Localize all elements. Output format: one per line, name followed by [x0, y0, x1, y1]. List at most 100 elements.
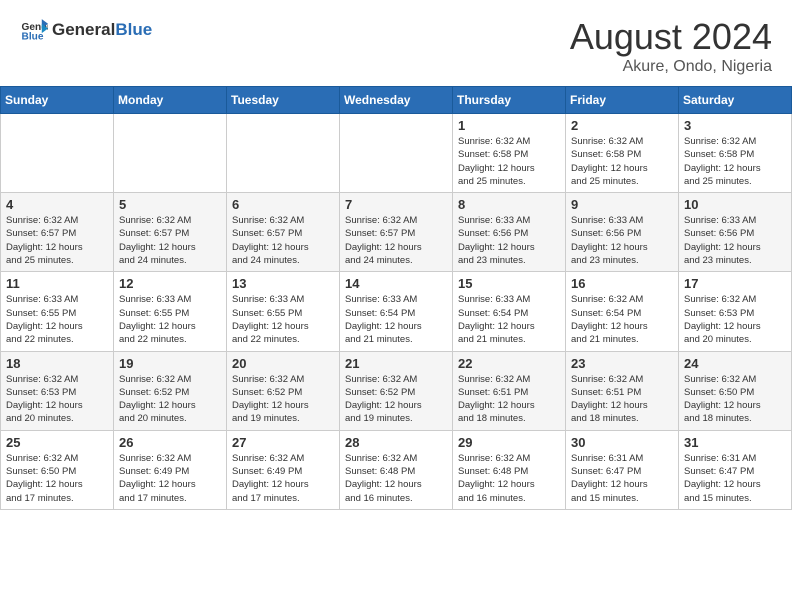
day-number: 9: [571, 197, 673, 212]
day-number: 28: [345, 435, 447, 450]
calendar-day-cell: 14Sunrise: 6:33 AM Sunset: 6:54 PM Dayli…: [340, 272, 453, 351]
day-info: Sunrise: 6:32 AM Sunset: 6:53 PM Dayligh…: [684, 293, 786, 346]
day-number: 2: [571, 118, 673, 133]
day-info: Sunrise: 6:33 AM Sunset: 6:54 PM Dayligh…: [458, 293, 560, 346]
calendar-day-cell: 26 Sunrise: 6:32 AM Sunset: 6:49 PM Dayli…: [114, 430, 227, 509]
calendar-day-cell: [1, 114, 114, 193]
day-info: Sunrise: 6:32 AM Sunset: 6:57 PM Dayligh…: [345, 214, 447, 267]
day-info: Sunrise: 6:33 AM Sunset: 6:55 PM Dayligh…: [232, 293, 334, 346]
day-info: Sunrise: 6:32 AM Sunset: 6:52 PM Dayligh…: [345, 373, 447, 426]
calendar-day-cell: 20Sunrise: 6:32 AM Sunset: 6:52 PM Dayli…: [227, 351, 340, 430]
location-subtitle: Akure, Ondo, Nigeria: [570, 58, 772, 76]
calendar-week-row: 18Sunrise: 6:32 AM Sunset: 6:53 PM Dayli…: [1, 351, 792, 430]
calendar-week-row: 25Sunrise: 6:32 AM Sunset: 6:50 PM Dayli…: [1, 430, 792, 509]
calendar-week-row: 4 Sunrise: 6:32 AM Sunset: 6:57 PM Daylig…: [1, 193, 792, 272]
day-number: 26: [119, 435, 221, 450]
logo: General Blue GeneralBlue: [20, 16, 152, 44]
calendar-day-cell: 12Sunrise: 6:33 AM Sunset: 6:55 PM Dayli…: [114, 272, 227, 351]
day-info: Sunrise: 6:32 AM Sunset: 6:48 PM Dayligh…: [458, 452, 560, 505]
calendar-day-cell: 17 Sunrise: 6:32 AM Sunset: 6:53 PM Dayli…: [679, 272, 792, 351]
calendar-day-cell: 4 Sunrise: 6:32 AM Sunset: 6:57 PM Daylig…: [1, 193, 114, 272]
logo-icon: General Blue: [20, 16, 48, 44]
calendar-day-cell: 25Sunrise: 6:32 AM Sunset: 6:50 PM Dayli…: [1, 430, 114, 509]
calendar-day-cell: [227, 114, 340, 193]
weekday-header: Wednesday: [340, 87, 453, 114]
calendar-day-cell: 18Sunrise: 6:32 AM Sunset: 6:53 PM Dayli…: [1, 351, 114, 430]
day-info: Sunrise: 6:32 AM Sunset: 6:57 PM Dayligh…: [232, 214, 334, 267]
day-info: Sunrise: 6:32 AM Sunset: 6:48 PM Dayligh…: [345, 452, 447, 505]
weekday-header: Thursday: [453, 87, 566, 114]
weekday-header: Sunday: [1, 87, 114, 114]
calendar-day-cell: 1 Sunrise: 6:32 AM Sunset: 6:58 PM Daylig…: [453, 114, 566, 193]
calendar-table: SundayMondayTuesdayWednesdayThursdayFrid…: [0, 86, 792, 510]
calendar-week-row: 11Sunrise: 6:33 AM Sunset: 6:55 PM Dayli…: [1, 272, 792, 351]
day-info: Sunrise: 6:33 AM Sunset: 6:56 PM Dayligh…: [458, 214, 560, 267]
day-info: Sunrise: 6:32 AM Sunset: 6:57 PM Dayligh…: [6, 214, 108, 267]
weekday-header: Saturday: [679, 87, 792, 114]
day-info: Sunrise: 6:32 AM Sunset: 6:54 PM Dayligh…: [571, 293, 673, 346]
calendar-day-cell: 10 Sunrise: 6:33 AM Sunset: 6:56 PM Dayli…: [679, 193, 792, 272]
day-info: Sunrise: 6:31 AM Sunset: 6:47 PM Dayligh…: [684, 452, 786, 505]
weekday-header: Tuesday: [227, 87, 340, 114]
day-info: Sunrise: 6:32 AM Sunset: 6:50 PM Dayligh…: [6, 452, 108, 505]
calendar-day-cell: 30 Sunrise: 6:31 AM Sunset: 6:47 PM Dayli…: [566, 430, 679, 509]
day-number: 17: [684, 276, 786, 291]
day-info: Sunrise: 6:32 AM Sunset: 6:58 PM Dayligh…: [458, 135, 560, 188]
calendar-day-cell: 2 Sunrise: 6:32 AM Sunset: 6:58 PM Daylig…: [566, 114, 679, 193]
day-number: 4: [6, 197, 108, 212]
day-info: Sunrise: 6:32 AM Sunset: 6:51 PM Dayligh…: [458, 373, 560, 426]
weekday-header-row: SundayMondayTuesdayWednesdayThursdayFrid…: [1, 87, 792, 114]
day-info: Sunrise: 6:32 AM Sunset: 6:52 PM Dayligh…: [119, 373, 221, 426]
day-info: Sunrise: 6:32 AM Sunset: 6:58 PM Dayligh…: [571, 135, 673, 188]
day-number: 5: [119, 197, 221, 212]
day-number: 14: [345, 276, 447, 291]
calendar-day-cell: [340, 114, 453, 193]
day-number: 12: [119, 276, 221, 291]
day-number: 24: [684, 356, 786, 371]
day-number: 7: [345, 197, 447, 212]
day-info: Sunrise: 6:33 AM Sunset: 6:56 PM Dayligh…: [684, 214, 786, 267]
day-info: Sunrise: 6:32 AM Sunset: 6:49 PM Dayligh…: [232, 452, 334, 505]
calendar-day-cell: 21 Sunrise: 6:32 AM Sunset: 6:52 PM Dayli…: [340, 351, 453, 430]
day-number: 3: [684, 118, 786, 133]
calendar-day-cell: 13 Sunrise: 6:33 AM Sunset: 6:55 PM Dayli…: [227, 272, 340, 351]
calendar-day-cell: 7 Sunrise: 6:32 AM Sunset: 6:57 PM Daylig…: [340, 193, 453, 272]
day-number: 31: [684, 435, 786, 450]
day-number: 8: [458, 197, 560, 212]
day-number: 16: [571, 276, 673, 291]
calendar-day-cell: 19Sunrise: 6:32 AM Sunset: 6:52 PM Dayli…: [114, 351, 227, 430]
calendar-day-cell: 31 Sunrise: 6:31 AM Sunset: 6:47 PM Dayli…: [679, 430, 792, 509]
calendar-day-cell: 28 Sunrise: 6:32 AM Sunset: 6:48 PM Dayli…: [340, 430, 453, 509]
day-number: 10: [684, 197, 786, 212]
day-info: Sunrise: 6:32 AM Sunset: 6:53 PM Dayligh…: [6, 373, 108, 426]
day-info: Sunrise: 6:33 AM Sunset: 6:56 PM Dayligh…: [571, 214, 673, 267]
calendar-day-cell: 24Sunrise: 6:32 AM Sunset: 6:50 PM Dayli…: [679, 351, 792, 430]
day-info: Sunrise: 6:32 AM Sunset: 6:49 PM Dayligh…: [119, 452, 221, 505]
day-info: Sunrise: 6:32 AM Sunset: 6:58 PM Dayligh…: [684, 135, 786, 188]
calendar-day-cell: 11Sunrise: 6:33 AM Sunset: 6:55 PM Dayli…: [1, 272, 114, 351]
day-number: 30: [571, 435, 673, 450]
day-number: 27: [232, 435, 334, 450]
calendar-day-cell: 5Sunrise: 6:32 AM Sunset: 6:57 PM Daylig…: [114, 193, 227, 272]
day-info: Sunrise: 6:32 AM Sunset: 6:51 PM Dayligh…: [571, 373, 673, 426]
calendar-day-cell: [114, 114, 227, 193]
day-number: 1: [458, 118, 560, 133]
calendar-day-cell: 8 Sunrise: 6:33 AM Sunset: 6:56 PM Daylig…: [453, 193, 566, 272]
weekday-header: Friday: [566, 87, 679, 114]
day-number: 22: [458, 356, 560, 371]
day-info: Sunrise: 6:31 AM Sunset: 6:47 PM Dayligh…: [571, 452, 673, 505]
calendar-day-cell: 16 Sunrise: 6:32 AM Sunset: 6:54 PM Dayli…: [566, 272, 679, 351]
calendar-day-cell: 3 Sunrise: 6:32 AM Sunset: 6:58 PM Daylig…: [679, 114, 792, 193]
day-number: 21: [345, 356, 447, 371]
calendar-day-cell: 15 Sunrise: 6:33 AM Sunset: 6:54 PM Dayli…: [453, 272, 566, 351]
day-number: 13: [232, 276, 334, 291]
day-number: 15: [458, 276, 560, 291]
weekday-header: Monday: [114, 87, 227, 114]
calendar-week-row: 1 Sunrise: 6:32 AM Sunset: 6:58 PM Daylig…: [1, 114, 792, 193]
calendar-day-cell: 27 Sunrise: 6:32 AM Sunset: 6:49 PM Dayli…: [227, 430, 340, 509]
calendar-day-cell: 29Sunrise: 6:32 AM Sunset: 6:48 PM Dayli…: [453, 430, 566, 509]
calendar-day-cell: 6 Sunrise: 6:32 AM Sunset: 6:57 PM Daylig…: [227, 193, 340, 272]
day-number: 6: [232, 197, 334, 212]
logo-general-text: General: [52, 20, 115, 39]
calendar-day-cell: 9 Sunrise: 6:33 AM Sunset: 6:56 PM Daylig…: [566, 193, 679, 272]
